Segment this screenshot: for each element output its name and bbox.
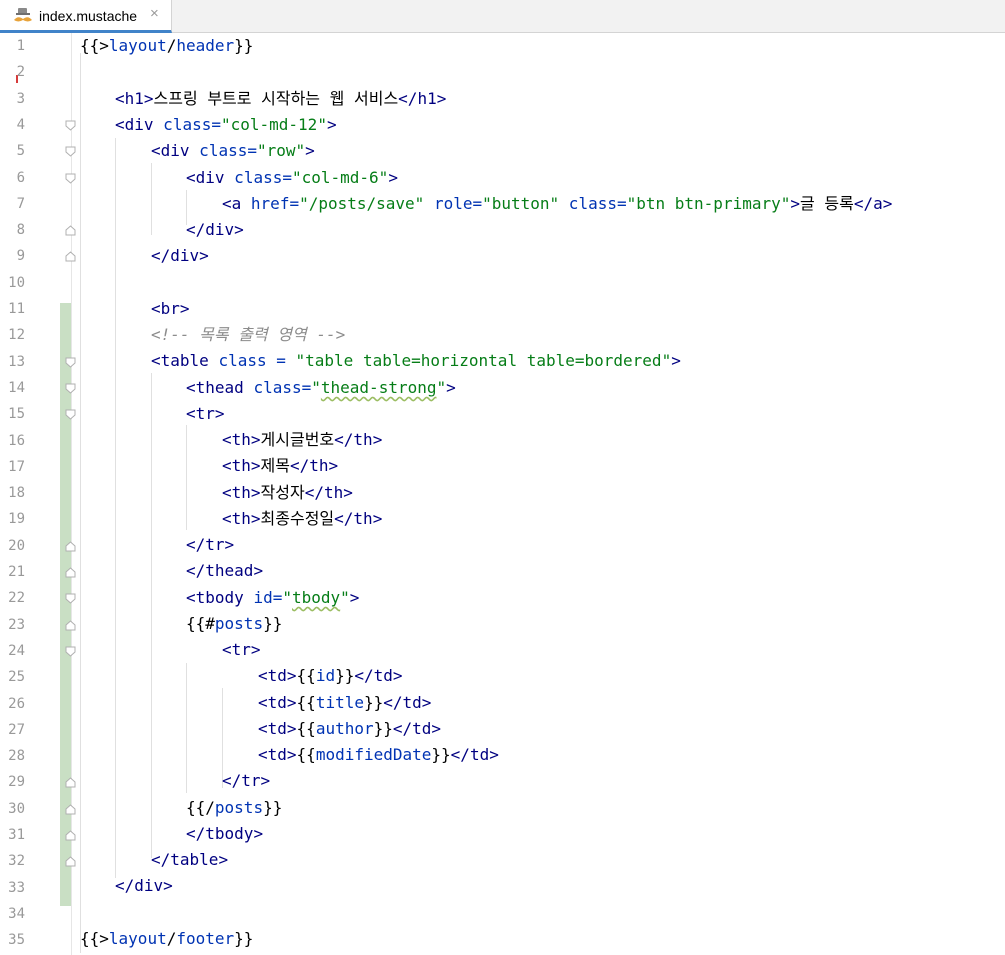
mustache-file-icon [14, 8, 32, 22]
line-number: 17 [8, 458, 25, 475]
line-number: 33 [8, 879, 25, 896]
line-number: 5 [16, 143, 25, 160]
indent-guide [115, 138, 116, 878]
line-number: 22 [8, 590, 25, 607]
code-line-35: {{>layout/footer}} [80, 929, 254, 948]
line-number: 6 [16, 169, 25, 186]
line-number: 18 [8, 485, 25, 502]
code-line-16: <th>게시글번호</th> [222, 430, 383, 449]
line-number: 34 [8, 905, 25, 922]
line-number: 4 [16, 116, 25, 133]
code-line-22: <tbody id="tbody"> [186, 588, 360, 607]
editor-tab-bar: index.mustache × [0, 0, 1005, 33]
line-number: 30 [8, 800, 25, 817]
line-number: 25 [8, 669, 25, 686]
line-number: 2 [16, 64, 25, 81]
line-number: 10 [8, 274, 25, 291]
line-number: 20 [8, 537, 25, 554]
code-line-6: <div class="col-md-6"> [186, 168, 398, 187]
line-number: 32 [8, 853, 25, 870]
line-number: 12 [8, 327, 25, 344]
code-line-4: <div class="col-md-12"> [115, 115, 337, 134]
code-line-9: </div> [151, 246, 209, 265]
line-number: 7 [16, 195, 25, 212]
code-line-12: <!-- 목록 출력 영역 --> [151, 325, 346, 344]
line-number: 1 [16, 38, 25, 54]
code-line-27: <td>{{author}}</td> [258, 719, 442, 738]
code-line-31: </tbody> [186, 824, 264, 843]
code-line-21: </thead> [186, 561, 264, 580]
line-number: 3 [16, 90, 25, 107]
code-line-23: {{#posts}} [186, 614, 283, 633]
code-line-20: </tr> [186, 535, 235, 554]
indent-guide [80, 53, 81, 953]
code-line-17: <th>제목</th> [222, 456, 339, 475]
line-number: 27 [8, 721, 25, 738]
code-line-24: <tr> [222, 640, 261, 659]
line-number: 35 [8, 932, 25, 949]
line-number: 21 [8, 564, 25, 580]
line-number: 26 [8, 695, 25, 712]
line-number-gutter: 1 2 3 4 5 6 7 8 9 10 11 12 13 14 15 16 17 18 19 20 21 22 23 24 2… [0, 33, 76, 955]
code-line-8: </div> [186, 220, 244, 239]
indent-guide [151, 373, 152, 858]
code-line-25: <td>{{id}}</td> [258, 666, 403, 685]
code-line-5: <div class="row"> [151, 141, 315, 160]
line-number: 19 [8, 511, 25, 528]
code-line-3: <h1>스프링 부트로 시작하는 웹 서비스</h1> [115, 89, 447, 108]
code-line-19: <th>최종수정일</th> [222, 509, 383, 528]
line-number: 31 [8, 827, 25, 843]
code-editor[interactable]: {{>layout/header}} <h1>스프링 부트로 시작하는 웹 서비… [72, 33, 1005, 955]
code-line-1: {{>layout/header}} [80, 36, 254, 55]
indent-guide [151, 163, 152, 235]
line-number: 15 [8, 406, 25, 423]
code-line-13: <table class = "table table=horizontal t… [151, 351, 681, 370]
code-line-14: <thead class="thead-strong"> [186, 378, 456, 397]
code-line-18: <th>작성자</th> [222, 483, 353, 502]
line-number: 8 [16, 222, 25, 239]
code-line-32: </table> [151, 850, 229, 869]
line-number: 14 [8, 379, 25, 396]
line-number: 24 [8, 642, 25, 659]
line-number: 23 [8, 616, 25, 633]
line-number: 11 [8, 301, 25, 317]
tab-index-mustache[interactable]: index.mustache × [0, 0, 172, 33]
code-line-30: {{/posts}} [186, 798, 283, 817]
code-line-11: <br> [151, 299, 190, 318]
code-line-7: <a href="/posts/save" role="button" clas… [222, 194, 893, 213]
line-number: 9 [16, 248, 25, 265]
line-number: 13 [8, 353, 25, 370]
line-number: 29 [8, 774, 25, 791]
code-line-29: </tr> [222, 771, 271, 790]
tab-label: index.mustache [39, 8, 138, 24]
line-number: 28 [8, 748, 25, 765]
code-line-33: </div> [115, 876, 173, 895]
indent-guide [186, 663, 187, 793]
code-line-26: <td>{{title}}</td> [258, 693, 432, 712]
code-line-15: <tr> [186, 404, 225, 423]
line-number: 16 [8, 432, 25, 449]
indent-guide [186, 425, 187, 530]
code-line-28: <td>{{modifiedDate}}</td> [258, 745, 499, 764]
close-icon[interactable]: × [150, 5, 159, 22]
